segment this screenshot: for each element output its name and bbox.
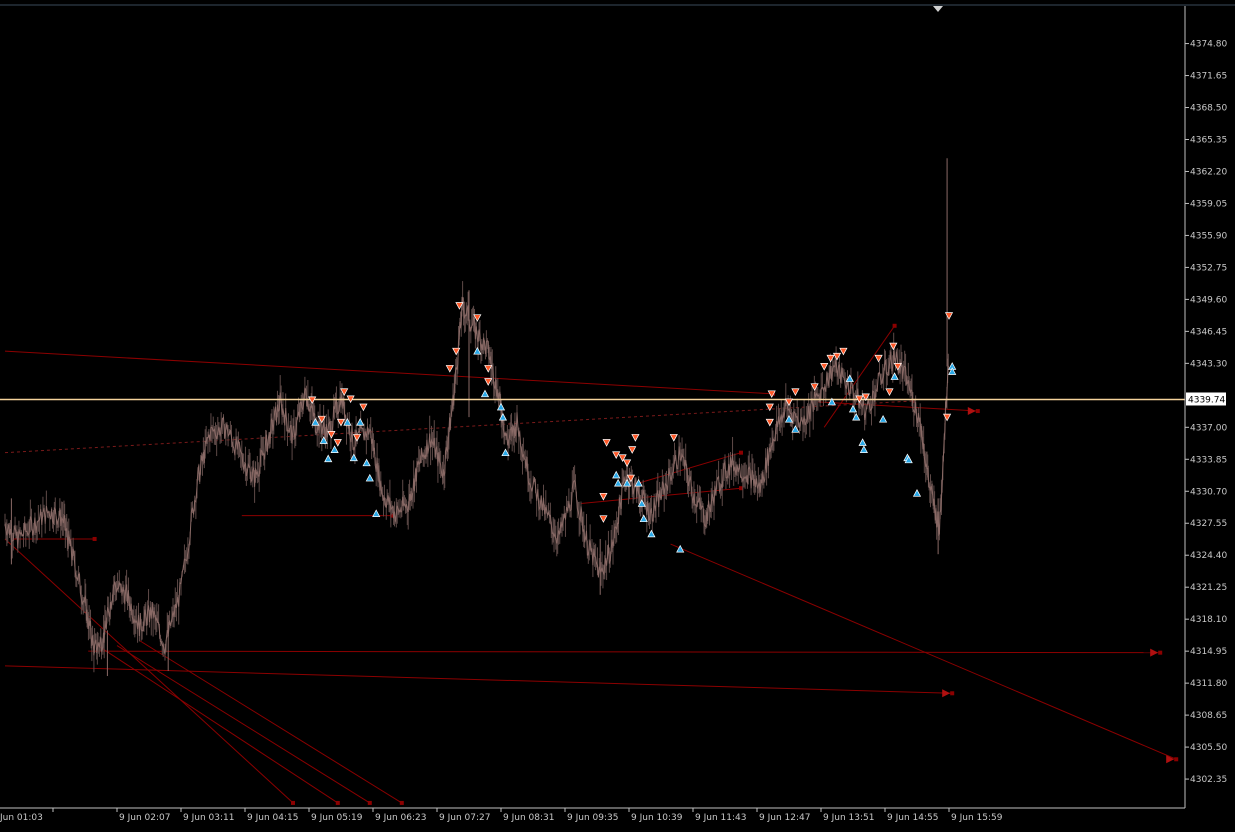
trend-line-end-4 xyxy=(1158,650,1163,655)
y-tick-label-12: 4333.85 xyxy=(1190,455,1227,465)
price-chart[interactable]: 4339.74 4374.80 4371.65 4368.50 4365.35 4362… xyxy=(0,0,1235,832)
y-tick-label-4: 4362.20 xyxy=(1190,167,1227,177)
trend-line-end-8 xyxy=(335,800,340,805)
y-tick-label-6: 4355.90 xyxy=(1190,231,1227,241)
y-tick-label-16: 4321.25 xyxy=(1190,583,1227,593)
trend-line-end-5 xyxy=(950,691,955,696)
trend-line-end-2 xyxy=(92,536,97,541)
x-tick-label-10: 9 Jun 11:43 xyxy=(695,813,746,823)
trend-line-end-12 xyxy=(975,409,980,414)
x-tick-label-7: 9 Jun 08:31 xyxy=(503,813,554,823)
x-tick-label-12: 9 Jun 13:51 xyxy=(823,813,874,823)
y-tick-label-11: 4337.00 xyxy=(1190,423,1227,433)
y-tick-label-2: 4368.50 xyxy=(1190,104,1227,114)
trend-line-end-7 xyxy=(291,800,295,805)
y-tick-label-19: 4311.80 xyxy=(1190,679,1227,689)
x-tick-label-8: 9 Jun 09:35 xyxy=(567,813,618,823)
x-tick-label-11: 9 Jun 12:47 xyxy=(759,813,810,823)
x-tick-label-9: 9 Jun 10:39 xyxy=(631,813,683,823)
trend-line-end-13 xyxy=(739,450,743,455)
x-tick-label-5: 9 Jun 06:23 xyxy=(375,813,426,823)
y-tick-label-7: 4352.75 xyxy=(1190,263,1227,273)
x-tick-label-13: 9 Jun 14:55 xyxy=(887,813,938,823)
trend-line-end-11 xyxy=(892,323,897,328)
x-tick-label-4: 9 Jun 05:19 xyxy=(311,813,363,823)
current-price-label: 4339.74 xyxy=(1188,395,1225,405)
x-tick-label-1: 9 Jun 02:07 xyxy=(119,813,170,823)
trend-line-end-6 xyxy=(1174,757,1179,762)
y-tick-label-0: 4374.80 xyxy=(1190,40,1227,50)
y-tick-label-8: 4349.60 xyxy=(1190,295,1227,305)
y-tick-label-18: 4314.95 xyxy=(1190,647,1227,657)
x-tick-label-6: 9 Jun 07:27 xyxy=(439,813,490,823)
chart-background xyxy=(0,0,1235,832)
y-tick-label-14: 4327.55 xyxy=(1190,519,1227,529)
y-tick-label-1: 4371.65 xyxy=(1190,72,1227,82)
y-tick-label-10: 4343.30 xyxy=(1190,359,1227,369)
y-tick-label-22: 4302.35 xyxy=(1190,775,1227,785)
x-tick-label-14: 9 Jun 15:59 xyxy=(951,813,1003,823)
y-tick-label-17: 4318.10 xyxy=(1190,615,1227,625)
y-tick-label-9: 4346.45 xyxy=(1190,327,1227,337)
y-tick-label-13: 4330.70 xyxy=(1190,487,1227,497)
y-tick-label-5: 4359.05 xyxy=(1190,199,1227,209)
trend-line-end-9 xyxy=(367,800,372,805)
y-tick-label-20: 4308.65 xyxy=(1190,711,1227,721)
trend-line-end-10 xyxy=(399,800,404,805)
y-tick-label-15: 4324.40 xyxy=(1190,551,1227,561)
y-tick-label-21: 4305.50 xyxy=(1190,743,1227,753)
x-tick-label-3: 9 Jun 04:15 xyxy=(247,813,298,823)
x-tick-label-2: 9 Jun 03:11 xyxy=(183,813,234,823)
x-tick-label-0: Jun 01:03 xyxy=(0,813,43,823)
y-tick-label-3: 4365.35 xyxy=(1190,135,1227,145)
